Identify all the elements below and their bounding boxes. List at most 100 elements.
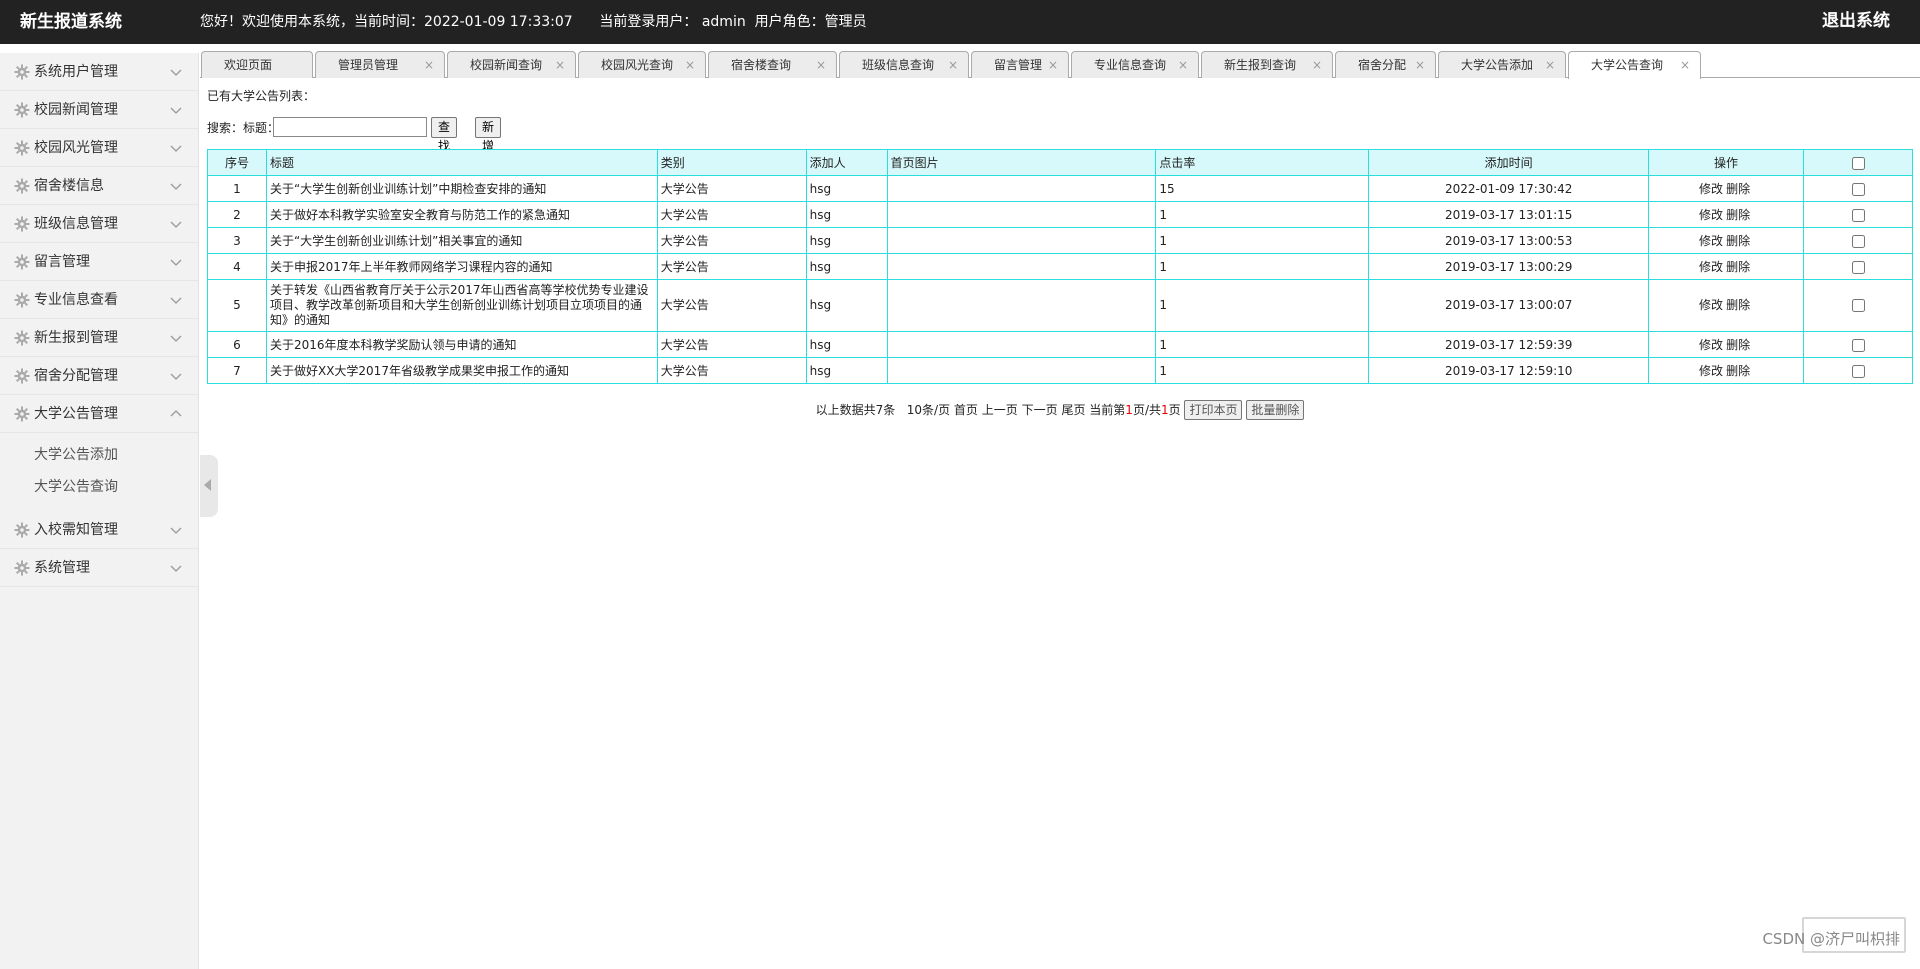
sidebar-item-10[interactable]: 入校需知管理 [0,511,198,549]
sidebar-item-2[interactable]: 校园风光管理 [0,129,198,167]
tab-label: 校园风光查询 [601,58,674,72]
column-header: 操作 [1648,149,1805,176]
sidebar-item-0[interactable]: 系统用户管理 [0,53,198,91]
cell-title: 关于申报2017年上半年教师网络学习课程内容的通知 [265,253,658,280]
cell-select [1803,227,1913,254]
sidebar-item-6[interactable]: 专业信息查看 [0,281,198,319]
delete-link[interactable]: 删除 [1726,298,1750,312]
close-icon[interactable]: × [1415,52,1425,78]
tab-7[interactable]: 专业信息查询 × [1071,51,1199,78]
tab-6[interactable]: 留言管理 × [971,51,1069,78]
close-icon[interactable]: × [1680,52,1690,78]
tab-0[interactable]: 欢迎页面 [201,51,313,78]
chevron-down-icon [170,370,182,382]
row-checkbox[interactable] [1851,182,1865,196]
tab-4[interactable]: 宿舍楼查询 × [708,51,837,78]
sidebar-item-label: 系统管理 [34,560,90,576]
submenu-item-0[interactable]: 大学公告添加 [0,439,198,471]
delete-link[interactable]: 删除 [1726,234,1750,248]
current-user-label: 当前登录用户： [599,14,698,30]
edit-link[interactable]: 修改 [1699,182,1723,196]
row-checkbox[interactable] [1851,338,1865,352]
pager-first[interactable]: 首页 [954,403,978,417]
chevron-down-icon [170,142,182,154]
table-row: 1 关于“大学生创新创业训练计划”中期检查安排的通知 大学公告 hsg 15 2022-0… [207,175,1913,202]
tab-3[interactable]: 校园风光查询 × [578,51,706,78]
add-button[interactable]: 新增 [475,117,502,153]
gear-icon [14,330,30,346]
tab-8[interactable]: 新生报到查询 × [1201,51,1333,78]
close-icon[interactable]: × [948,52,958,78]
sidebar-item-11[interactable]: 系统管理 [0,549,198,587]
row-checkbox[interactable] [1851,299,1865,312]
delete-link[interactable]: 删除 [1726,260,1750,274]
close-icon[interactable]: × [685,52,695,78]
table-row: 4 关于申报2017年上半年教师网络学习课程内容的通知 大学公告 hsg 1 2019-0… [207,253,1913,280]
edit-link[interactable]: 修改 [1699,298,1723,312]
sidebar-item-9[interactable]: 大学公告管理 [0,395,198,433]
edit-link[interactable]: 修改 [1699,260,1723,274]
pager-next[interactable]: 下一页 [1022,403,1058,417]
row-checkbox[interactable] [1851,208,1865,222]
edit-link[interactable]: 修改 [1699,208,1723,222]
delete-link[interactable]: 删除 [1726,338,1750,352]
close-icon[interactable]: × [424,52,434,78]
sidebar-item-1[interactable]: 校园新闻管理 [0,91,198,129]
pager: 以上数据共7条 10条/页 首页 上一页 下一页 尾页 当前第1页/共1页 打印… [207,399,1913,421]
sidebar-item-5[interactable]: 留言管理 [0,243,198,281]
tab-10[interactable]: 大学公告添加 × [1438,51,1566,78]
tab-11[interactable]: 大学公告查询 × [1568,51,1701,79]
pager-total-pages: 1 [1160,403,1169,417]
chevron-down-icon [170,180,182,192]
cell-category: 大学公告 [656,253,807,280]
select-all-checkbox[interactable] [1851,156,1865,170]
sidebar-collapse-handle[interactable] [200,455,218,517]
cell-time: 2019-03-17 13:00:53 [1368,227,1650,254]
sidebar-item-3[interactable]: 宿舍楼信息 [0,167,198,205]
tab-5[interactable]: 班级信息查询 × [839,51,969,78]
edit-link[interactable]: 修改 [1699,338,1723,352]
edit-link[interactable]: 修改 [1699,364,1723,378]
tab-bar: 欢迎页面 管理员管理 × 校园新闻查询 × 校园风光查询 × 宿舍楼查询 × 班级信息查询 × 留言管… [200,51,1920,79]
tab-1[interactable]: 管理员管理 × [315,51,445,78]
tab-9[interactable]: 宿舍分配 × [1335,51,1436,78]
search-title-input[interactable] [273,117,427,137]
tab-2[interactable]: 校园新闻查询 × [447,51,576,78]
close-icon[interactable]: × [816,52,826,78]
row-checkbox[interactable] [1851,364,1865,378]
close-icon[interactable]: × [1312,52,1322,78]
pager-current-prefix: 当前第 [1089,403,1126,417]
column-header: 序号 [207,149,267,176]
gear-icon [14,522,30,538]
pager-page-size: 10条/页 [906,403,951,417]
submenu-item-1[interactable]: 大学公告查询 [0,471,198,503]
column-header: 点击率 [1155,149,1370,176]
close-icon[interactable]: × [555,52,565,78]
sidebar-item-label: 专业信息查看 [34,292,118,308]
sidebar-item-4[interactable]: 班级信息管理 [0,205,198,243]
edit-link[interactable]: 修改 [1699,234,1723,248]
gear-icon [14,406,30,422]
row-checkbox[interactable] [1851,260,1865,274]
batch-delete-button[interactable]: 批量删除 [1246,400,1305,420]
search-button[interactable]: 查找 [431,117,458,153]
row-checkbox[interactable] [1851,234,1865,248]
app-title: 新生报道系统 [20,12,122,32]
close-icon[interactable]: × [1048,52,1058,78]
cell-no: 3 [207,227,267,254]
delete-link[interactable]: 删除 [1726,364,1750,378]
pager-last[interactable]: 尾页 [1061,403,1085,417]
cell-select [1803,331,1913,358]
sidebar-item-7[interactable]: 新生报到管理 [0,319,198,357]
close-icon[interactable]: × [1178,52,1188,78]
cell-no: 2 [207,201,267,228]
delete-link[interactable]: 删除 [1726,208,1750,222]
pager-prev[interactable]: 上一页 [982,403,1018,417]
chevron-down-icon [170,66,182,78]
print-page-button[interactable]: 打印本页 [1184,400,1243,420]
delete-link[interactable]: 删除 [1726,182,1750,196]
tab-label: 宿舍楼查询 [731,58,792,72]
sidebar-item-8[interactable]: 宿舍分配管理 [0,357,198,395]
close-icon[interactable]: × [1545,52,1555,78]
logout-button[interactable]: 退出系统 [1822,0,1890,42]
